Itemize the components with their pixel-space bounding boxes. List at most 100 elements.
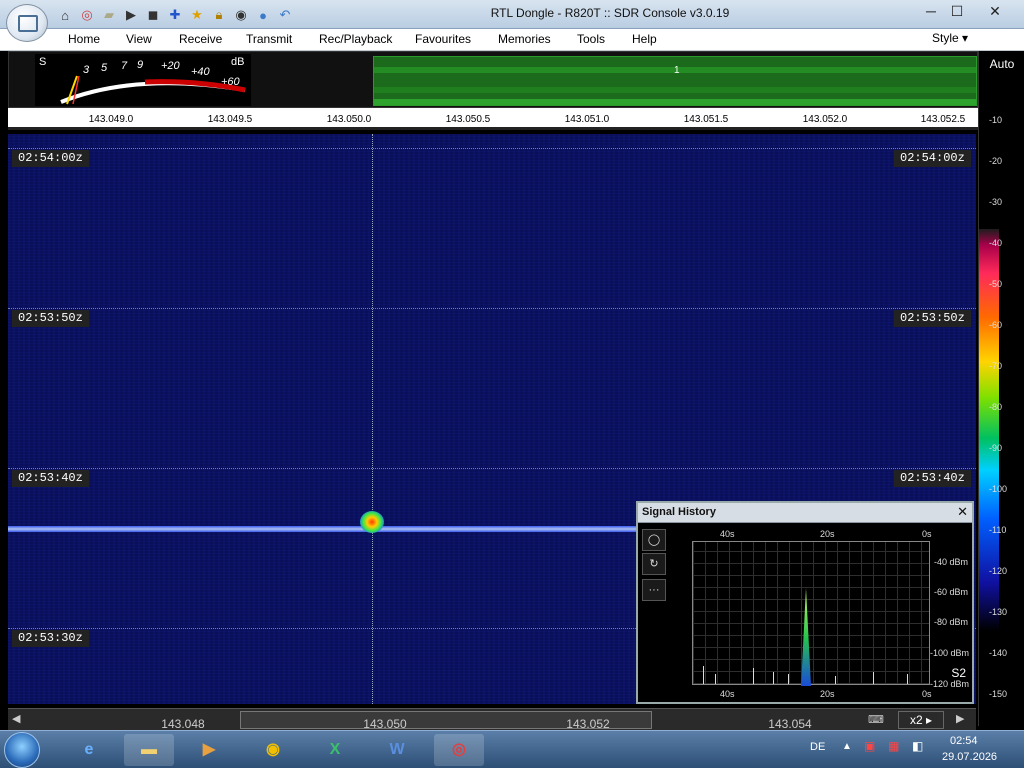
- db-tick-label: -140: [989, 648, 1008, 658]
- db-tick-label: -130: [989, 607, 1008, 617]
- time-gridline: [8, 308, 976, 309]
- clock-date[interactable]: 29.07.2026: [942, 751, 997, 763]
- zoom-button[interactable]: x2 ▸: [898, 711, 944, 729]
- play-icon[interactable]: ▶: [122, 6, 140, 24]
- undo-icon[interactable]: ↶: [276, 6, 294, 24]
- frequency-scale[interactable]: 143.049.0 143.049.5 143.050.0 143.050.5 …: [8, 108, 978, 130]
- menu-rec-playback[interactable]: Rec/Playback: [319, 32, 392, 46]
- media-player-icon[interactable]: ▶: [184, 734, 234, 766]
- history-time-label: 20s: [820, 689, 835, 699]
- more-button[interactable]: ···: [642, 579, 666, 601]
- scroll-left-button[interactable]: ◀: [12, 712, 20, 725]
- signal-trace: [8, 526, 648, 532]
- excel-icon[interactable]: X: [310, 734, 360, 766]
- show-hidden-icons-button[interactable]: ▲: [842, 741, 852, 752]
- add-icon[interactable]: ✚: [166, 6, 184, 24]
- signal-burst: [360, 511, 384, 533]
- signal-history-titlebar[interactable]: Signal History ✕: [638, 503, 972, 523]
- history-spike: [873, 672, 874, 684]
- lifebuoy-icon[interactable]: ◎: [78, 6, 96, 24]
- history-spike: [907, 674, 908, 684]
- star-icon[interactable]: ★: [188, 6, 206, 24]
- db-tick-label: -100: [989, 484, 1008, 494]
- menu-view[interactable]: View: [126, 32, 152, 46]
- start-button[interactable]: [4, 732, 40, 768]
- db-tick-label: -120: [989, 566, 1008, 576]
- history-spike: [788, 674, 789, 684]
- record-button[interactable]: ◯: [642, 529, 666, 551]
- freq-label: 143.052.5: [920, 114, 966, 125]
- zoom-label: x2: [909, 713, 923, 727]
- style-menu-button[interactable]: Style ▾: [932, 31, 968, 45]
- clock-time[interactable]: 02:54: [950, 735, 978, 747]
- menu-favourites[interactable]: Favourites: [415, 32, 471, 46]
- s-tick-7: 7: [121, 60, 128, 72]
- maximize-button[interactable]: ☐: [944, 2, 970, 22]
- reset-button[interactable]: ↻: [642, 553, 666, 575]
- time-label-right: 02:54:00z: [894, 150, 971, 167]
- db-tick-label: -40: [989, 238, 1003, 248]
- time-label-left: 02:53:40z: [12, 470, 89, 487]
- scroll-right-button[interactable]: ▶: [956, 712, 964, 725]
- db-tick-label: -50: [989, 279, 1003, 289]
- signal-history-panel: Signal History ✕ ◯ ↻ ··· 40s 20s 0s -40 …: [636, 501, 974, 704]
- word-icon[interactable]: W: [372, 734, 422, 766]
- keyboard-icon[interactable]: ⌨: [868, 713, 884, 726]
- menu-transmit[interactable]: Transmit: [246, 32, 292, 46]
- db-tick-label: -60: [989, 320, 1003, 330]
- history-dbm-label: -80 dBm: [934, 617, 969, 627]
- freq-label: 143.049.5: [207, 114, 253, 125]
- frequency-scrollbar[interactable]: ◀ 143.048 143.050 143.052 143.054 ⌨ x2 ▸…: [8, 708, 976, 731]
- menu-home[interactable]: Home: [68, 32, 100, 46]
- db-tick-label: -90: [989, 443, 1003, 453]
- signal-history-graph: [692, 541, 930, 686]
- history-dbm-label: -100 dBm: [930, 648, 970, 658]
- camera-icon[interactable]: ◉: [232, 6, 250, 24]
- menu-receive[interactable]: Receive: [179, 32, 222, 46]
- history-time-label: 0s: [922, 689, 932, 699]
- spectrum-band: [374, 87, 976, 93]
- stop-icon[interactable]: ◼: [144, 6, 162, 24]
- menu-tools[interactable]: Tools: [577, 32, 605, 46]
- freq-label: 143.052.0: [802, 114, 848, 125]
- scroll-freq-label: 143.050: [363, 717, 407, 731]
- close-button[interactable]: ✕: [982, 2, 1008, 22]
- s-tick-plus60: +60: [221, 76, 240, 88]
- internet-explorer-icon[interactable]: e: [64, 734, 114, 766]
- quick-access-toolbar: ⌂ ◎ ▰ ▶ ◼ ✚ ★ 🔒︎ ◉ ● ↶: [56, 5, 294, 25]
- db-tick-label: -110: [989, 525, 1007, 535]
- folder-icon[interactable]: ▰: [100, 6, 118, 24]
- tuning-marker-line[interactable]: [372, 134, 373, 704]
- signal-history-close-button[interactable]: ✕: [957, 504, 968, 520]
- file-explorer-icon[interactable]: ▬: [124, 734, 174, 766]
- auto-level-button[interactable]: Auto: [979, 57, 1024, 71]
- lock-icon[interactable]: 🔒︎: [210, 6, 228, 24]
- application-button[interactable]: [6, 4, 48, 42]
- home-icon[interactable]: ⌂: [56, 6, 74, 24]
- s-label: S: [39, 56, 47, 68]
- network-icon[interactable]: ▦: [888, 739, 899, 753]
- sdr-console-taskbar-icon[interactable]: ◎: [434, 734, 484, 766]
- history-time-label: 0s: [922, 529, 932, 539]
- s-tick-plus20: +20: [161, 60, 180, 72]
- db-tick-label: -70: [989, 361, 1003, 371]
- history-spike: [835, 676, 836, 684]
- volume-icon[interactable]: ◧: [912, 739, 923, 753]
- menu-help[interactable]: Help: [632, 32, 657, 46]
- language-indicator[interactable]: DE: [810, 741, 825, 753]
- s-tick-3: 3: [83, 64, 90, 76]
- freq-label: 143.051.0: [564, 114, 610, 125]
- spectrum-band: [374, 99, 976, 105]
- title-bar: ⌂ ◎ ▰ ▶ ◼ ✚ ★ 🔒︎ ◉ ● ↶ RTL Dongle - R820…: [0, 0, 1024, 29]
- history-spike: [773, 672, 774, 684]
- tray-icon-1[interactable]: ▣: [864, 739, 875, 753]
- freq-label: 143.050.0: [326, 114, 372, 125]
- taskbar: e ▬ ▶ ◉ X W ◎ DE ▲ ▣ ▦ ◧ 02:54 29.07.202…: [0, 730, 1024, 768]
- spectrum-display[interactable]: 1: [373, 56, 977, 106]
- minimize-button[interactable]: ─: [918, 2, 944, 22]
- s-tick-5: 5: [101, 62, 108, 74]
- menu-memories[interactable]: Memories: [498, 32, 551, 46]
- chrome-icon[interactable]: ◉: [248, 734, 298, 766]
- drop-icon[interactable]: ●: [254, 6, 272, 24]
- freq-label: 143.050.5: [445, 114, 491, 125]
